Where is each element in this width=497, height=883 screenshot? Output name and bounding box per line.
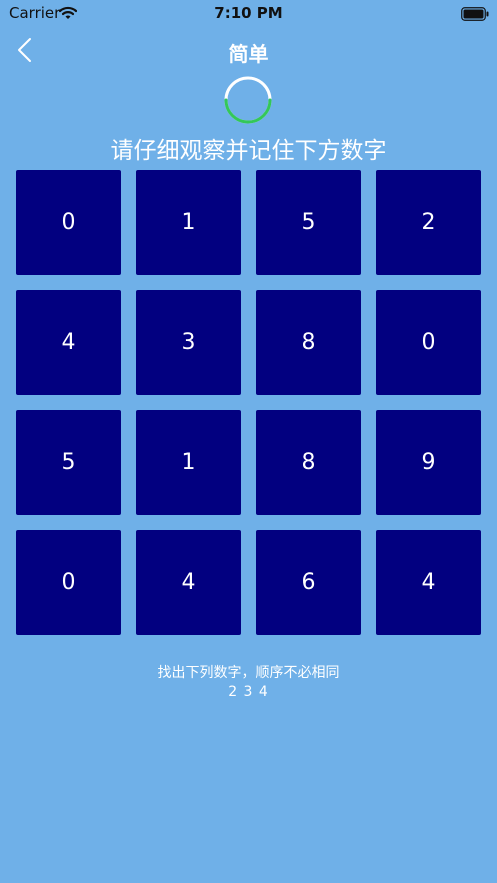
number-cell[interactable]: 8 <box>256 410 361 515</box>
number-cell[interactable]: 2 <box>376 170 481 275</box>
battery-icon <box>461 6 489 25</box>
number-cell[interactable]: 0 <box>16 170 121 275</box>
number-cell[interactable]: 8 <box>256 290 361 395</box>
navigation-bar: 简单 <box>0 26 497 76</box>
find-numbers-prompt: 找出下列数字，顺序不必相同 <box>157 665 340 681</box>
number-cell[interactable]: 0 <box>16 530 121 635</box>
number-cell[interactable]: 4 <box>376 530 481 635</box>
status-bar: Carrier 7:10 PM <box>0 0 497 26</box>
number-grid: 0 1 5 2 4 3 8 0 5 1 8 9 0 4 6 4 <box>16 170 481 635</box>
number-cell[interactable]: 9 <box>376 410 481 515</box>
number-cell[interactable]: 4 <box>136 530 241 635</box>
status-time: 7:10 PM <box>214 4 283 22</box>
number-cell[interactable]: 1 <box>136 410 241 515</box>
number-cell[interactable]: 6 <box>256 530 361 635</box>
number-cell[interactable]: 1 <box>136 170 241 275</box>
countdown-progress <box>224 98 272 124</box>
page-title: 简单 <box>228 42 269 66</box>
number-cell[interactable]: 3 <box>136 290 241 395</box>
countdown-ring-icon <box>224 76 272 128</box>
number-cell[interactable]: 5 <box>16 410 121 515</box>
number-cell[interactable]: 0 <box>376 290 481 395</box>
number-cell[interactable]: 5 <box>256 170 361 275</box>
target-numbers: 2 3 4 <box>228 684 269 700</box>
instruction-text: 请仔细观察并记住下方数字 <box>110 138 387 164</box>
number-cell[interactable]: 4 <box>16 290 121 395</box>
